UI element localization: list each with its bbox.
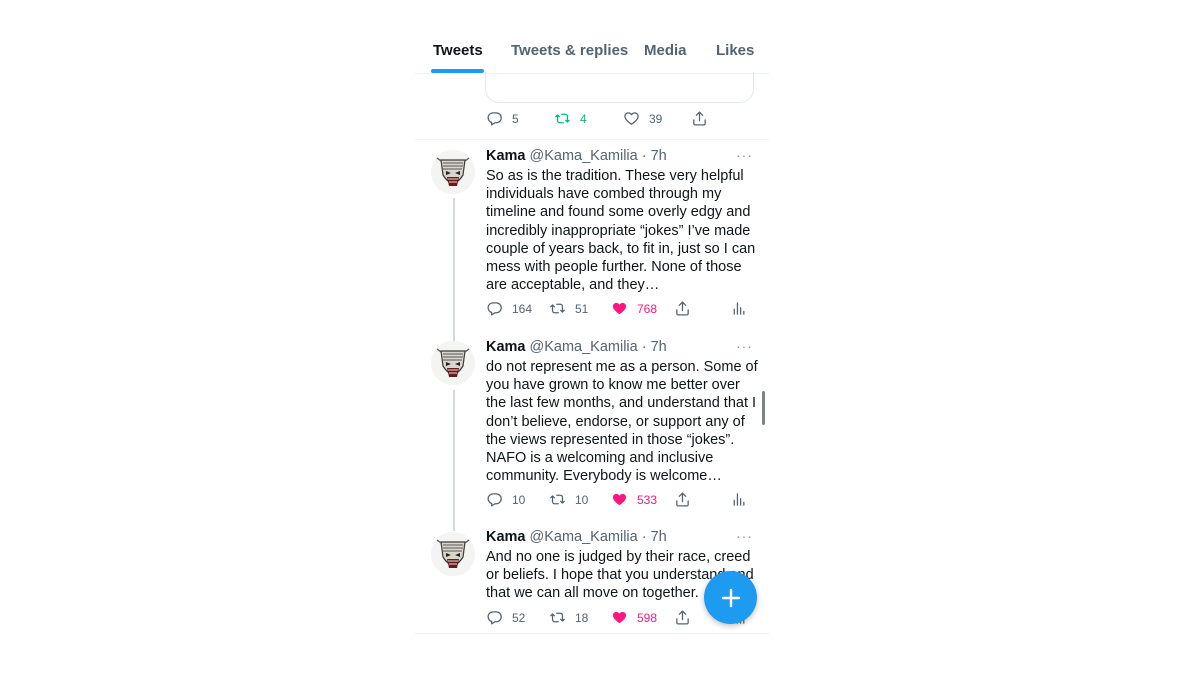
avatar[interactable] bbox=[431, 532, 475, 576]
heart-filled-icon bbox=[611, 609, 628, 626]
more-icon[interactable]: ··· bbox=[736, 338, 753, 354]
active-tab-indicator bbox=[431, 69, 484, 73]
reply-icon bbox=[486, 491, 503, 508]
retweet-button[interactable]: 4 bbox=[554, 110, 587, 127]
retweet-icon bbox=[549, 609, 566, 626]
tab-media[interactable]: Media bbox=[644, 42, 687, 59]
retweet-icon bbox=[554, 110, 571, 127]
profile-tabs: Tweets Tweets & replies Media Likes bbox=[415, 0, 769, 74]
reply-count: 164 bbox=[512, 301, 533, 316]
reply-button[interactable]: 164 bbox=[486, 300, 532, 317]
like-count: 39 bbox=[649, 111, 663, 126]
retweet-button[interactable]: 10 bbox=[549, 491, 588, 508]
share-button[interactable] bbox=[674, 491, 700, 508]
tweet-header: Kama @Kama_Kamilia · 7h bbox=[486, 148, 667, 164]
reply-count: 10 bbox=[512, 492, 526, 507]
like-button[interactable]: 598 bbox=[611, 609, 657, 626]
reply-count: 5 bbox=[512, 111, 519, 126]
tweet-header: Kama @Kama_Kamilia · 7h bbox=[486, 529, 667, 545]
scrollbar-thumb[interactable] bbox=[762, 391, 765, 425]
heart-filled-icon bbox=[611, 300, 628, 317]
like-count: 598 bbox=[637, 610, 658, 625]
reply-button[interactable]: 10 bbox=[486, 491, 525, 508]
share-icon bbox=[674, 491, 691, 508]
mask-avatar-icon bbox=[431, 532, 475, 576]
share-button[interactable] bbox=[674, 609, 700, 626]
tweet-text: do not represent me as a person. Some of… bbox=[486, 359, 758, 485]
compose-plus-icon bbox=[721, 588, 740, 607]
divider bbox=[415, 139, 769, 140]
reply-count: 52 bbox=[512, 610, 526, 625]
compose-tweet-button[interactable] bbox=[704, 571, 757, 624]
share-icon bbox=[674, 609, 691, 626]
retweet-icon bbox=[549, 491, 566, 508]
divider bbox=[415, 633, 769, 634]
like-count: 533 bbox=[637, 492, 658, 507]
retweet-icon bbox=[549, 300, 566, 317]
thread-connector bbox=[453, 198, 455, 342]
like-button[interactable]: 39 bbox=[623, 110, 662, 127]
retweet-count: 18 bbox=[575, 610, 589, 625]
reply-icon bbox=[486, 110, 503, 127]
analytics-icon bbox=[730, 491, 747, 508]
tab-tweets-and-replies[interactable]: Tweets & replies bbox=[511, 42, 628, 59]
tweet-header: Kama @Kama_Kamilia · 7h bbox=[486, 339, 667, 355]
tab-tweets[interactable]: Tweets bbox=[433, 42, 483, 59]
reply-button[interactable]: 52 bbox=[486, 609, 525, 626]
share-icon bbox=[674, 300, 691, 317]
handle-and-time[interactable]: @Kama_Kamilia · 7h bbox=[530, 529, 667, 545]
thread-connector bbox=[453, 390, 455, 531]
avatar[interactable] bbox=[431, 341, 475, 385]
display-name[interactable]: Kama bbox=[486, 148, 526, 164]
mask-avatar-icon bbox=[431, 341, 475, 385]
handle-and-time[interactable]: @Kama_Kamilia · 7h bbox=[530, 339, 667, 355]
like-button[interactable]: 533 bbox=[611, 491, 657, 508]
like-count: 768 bbox=[637, 301, 658, 316]
tab-likes[interactable]: Likes bbox=[716, 42, 754, 59]
avatar[interactable] bbox=[431, 150, 475, 194]
like-button[interactable]: 768 bbox=[611, 300, 657, 317]
analytics-button[interactable] bbox=[730, 491, 756, 508]
retweet-count: 10 bbox=[575, 492, 589, 507]
retweet-button[interactable]: 18 bbox=[549, 609, 588, 626]
retweet-count: 4 bbox=[580, 111, 587, 126]
share-button[interactable] bbox=[691, 110, 717, 127]
heart-icon bbox=[623, 110, 640, 127]
analytics-button[interactable] bbox=[730, 300, 756, 317]
profile-timeline: Tweets Tweets & replies Media Likes 5 4 … bbox=[415, 0, 769, 675]
share-button[interactable] bbox=[674, 300, 700, 317]
handle-and-time[interactable]: @Kama_Kamilia · 7h bbox=[530, 148, 667, 164]
display-name[interactable]: Kama bbox=[486, 529, 526, 545]
more-icon[interactable]: ··· bbox=[736, 147, 753, 163]
reply-icon bbox=[486, 609, 503, 626]
retweet-count: 51 bbox=[575, 301, 589, 316]
tweet-text: So as is the tradition. These very helpf… bbox=[486, 168, 756, 294]
more-icon[interactable]: ··· bbox=[736, 528, 753, 544]
reply-icon bbox=[486, 300, 503, 317]
previous-tweet-media-card[interactable] bbox=[485, 72, 754, 103]
retweet-button[interactable]: 51 bbox=[549, 300, 588, 317]
display-name[interactable]: Kama bbox=[486, 339, 526, 355]
heart-filled-icon bbox=[611, 491, 628, 508]
analytics-icon bbox=[730, 300, 747, 317]
share-icon bbox=[691, 110, 708, 127]
mask-avatar-icon bbox=[431, 150, 475, 194]
reply-button[interactable]: 5 bbox=[486, 110, 519, 127]
